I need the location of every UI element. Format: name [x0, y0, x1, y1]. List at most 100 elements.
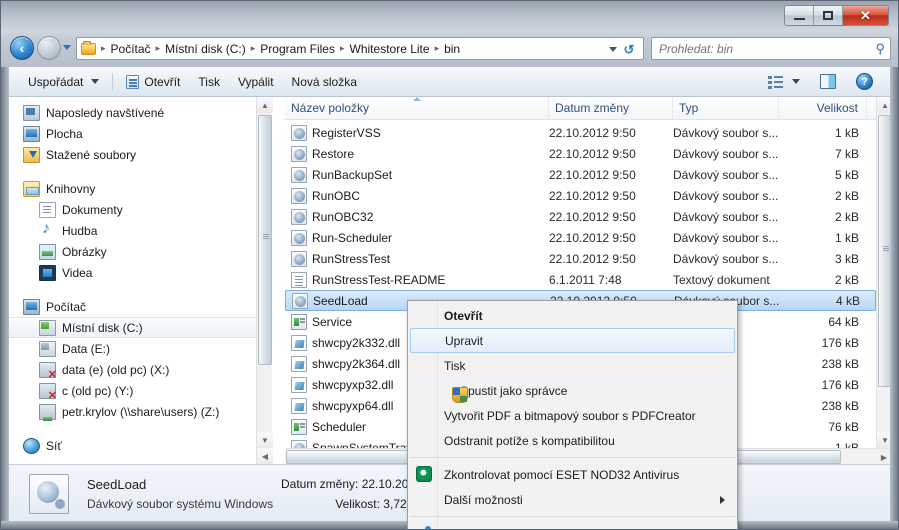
table-row[interactable]: Run-Scheduler 22.10.2012 9:50 Dávkový soub…: [285, 227, 876, 248]
new-folder-button[interactable]: Nová složka: [283, 72, 366, 92]
sidebar-item-petr-krylov-share-users-z[interactable]: petr.krylov (\\share\users) (Z:): [9, 401, 261, 422]
pictures-icon: [39, 243, 56, 260]
print-button[interactable]: Tisk: [189, 72, 229, 92]
file-name-label: Scheduler: [312, 419, 367, 434]
back-arrow-icon: ‹: [19, 39, 25, 56]
close-button[interactable]: ✕: [843, 6, 888, 25]
show-preview-pane-button[interactable]: [811, 71, 845, 92]
menu-item-odstranit-pot-e-s-kompatibilitou[interactable]: Odstranit potíže s kompatibilitou: [408, 428, 737, 453]
sidebar-item-label: c (old pc) (Y:): [62, 383, 134, 398]
refresh-button[interactable]: ↺: [619, 41, 639, 58]
table-row[interactable]: RunBackupSet 22.10.2012 9:50 Dávkový soubo…: [285, 164, 876, 185]
table-row[interactable]: Restore 22.10.2012 9:50 Dávkový soubor s..…: [285, 143, 876, 164]
scroll-up-arrow-icon[interactable]: ▲: [257, 97, 273, 113]
file-type-cell: Dávkový soubor s...: [673, 125, 779, 140]
recent-pages-dropdown-icon[interactable]: [63, 45, 71, 50]
window-border-right: [890, 67, 898, 529]
file-type-cell: Dávkový soubor s...: [673, 188, 779, 203]
breadcrumb-item-2[interactable]: Program Files: [258, 42, 337, 56]
breadcrumb-dropdown-icon[interactable]: [609, 47, 617, 52]
breadcrumb-separator-icon: ▸: [339, 43, 345, 53]
file-size-cell: 3 kB: [834, 251, 859, 266]
address-bar-row: ‹ › ▸ Počítač ▸ Místní disk (C:) ▸ Progr…: [1, 34, 898, 63]
sidebar-item-m-stn-disk-c[interactable]: Místní disk (C:): [9, 317, 261, 338]
sidebar-item-hudba[interactable]: Hudba: [9, 220, 261, 241]
column-header-date[interactable]: Datum změny: [549, 97, 673, 119]
network-icon: [23, 437, 40, 454]
sidebar-item-label: Knihovny: [46, 181, 96, 196]
minimize-button[interactable]: [785, 6, 814, 25]
sidebar-item-s[interactable]: Síť: [9, 435, 261, 456]
sidebar-item-data-e-old-pc-x[interactable]: data (e) (old pc) (X:): [9, 359, 261, 381]
search-input[interactable]: [657, 40, 876, 57]
menu-item-label: Odstranit potíže s kompatibilitou: [444, 433, 615, 448]
menu-item-vytvo-it-pdf-a-bitmapov-soubor-s-pdfcrea[interactable]: Vytvořit PDF a bitmapový soubor s PDFCre…: [408, 403, 737, 428]
back-button[interactable]: ‹: [10, 36, 34, 60]
recent-icon: [23, 104, 40, 121]
sidebar-item-obr-zky[interactable]: Obrázky: [9, 241, 261, 262]
scrollbar-thumb[interactable]: [258, 115, 272, 365]
breadcrumb-item-0[interactable]: Počítač: [109, 42, 153, 56]
batch-file-icon: [291, 187, 307, 204]
open-button[interactable]: Otevřít: [117, 72, 189, 92]
forward-button[interactable]: ›: [37, 36, 61, 60]
table-row[interactable]: RunStressTest 22.10.2012 9:50 Dávkový soub…: [285, 248, 876, 269]
file-date-cell: 22.10.2012 9:50: [549, 167, 636, 182]
table-row[interactable]: RunStressTest-README 6.1.2011 7:48 Textový…: [285, 269, 876, 290]
menu-item-tisk[interactable]: Tisk: [408, 353, 737, 378]
file-type-cell: Dávkový soubor s...: [673, 251, 779, 266]
sidebar-item-po-ta[interactable]: Počítač: [9, 296, 261, 317]
file-date-cell: 22.10.2012 9:50: [549, 188, 636, 203]
change-view-button[interactable]: [759, 72, 809, 92]
file-type-cell: Dávkový soubor s...: [673, 230, 779, 245]
table-row[interactable]: RunOBC32 22.10.2012 9:50 Dávkový soubor s.…: [285, 206, 876, 227]
sidebar-item-dokumenty[interactable]: Dokumenty: [9, 199, 261, 220]
navigation-pane-scrollbar[interactable]: ▲ ▼ ◀: [256, 97, 273, 464]
batch-file-icon: [291, 208, 307, 225]
sidebar-item-plocha[interactable]: Plocha: [9, 123, 261, 144]
file-name-label: Service: [312, 314, 353, 329]
table-row[interactable]: RegisterVSS 22.10.2012 9:50 Dávkový soubor…: [285, 122, 876, 143]
search-box[interactable]: ⚲: [651, 37, 891, 60]
organize-button[interactable]: Uspořádat: [19, 72, 108, 92]
scroll-down-arrow-icon[interactable]: ▼: [257, 432, 273, 448]
dll-file-icon: [291, 376, 307, 393]
downloads-icon: [23, 146, 40, 163]
table-row[interactable]: RunOBC 22.10.2012 9:50 Dávkový soubor s...…: [285, 185, 876, 206]
minimize-icon: [793, 17, 805, 20]
column-header-type[interactable]: Typ: [673, 97, 779, 119]
sidebar-item-sta-en-soubory[interactable]: Stažené soubory: [9, 144, 261, 165]
help-button[interactable]: ?: [847, 70, 882, 93]
menu-item-otev-t[interactable]: Otevřít: [408, 303, 737, 328]
menu-item-zkontrolovat-pomoc-eset-nod32-antivirus[interactable]: Zkontrolovat pomocí ESET NOD32 Antivirus: [408, 462, 737, 487]
maximize-button[interactable]: [814, 6, 843, 25]
file-name-label: RunStressTest: [312, 251, 391, 266]
search-icon: ⚲: [875, 40, 885, 56]
column-header-size[interactable]: Velikost: [779, 97, 867, 119]
sidebar-item-label: Místní disk (C:): [62, 320, 143, 335]
menu-item-ibm-connections[interactable]: IBM Connections: [408, 521, 737, 529]
sidebar-item-label: Naposledy navštívené: [46, 105, 165, 120]
sidebar-item-naposledy-nav-t-ven[interactable]: Naposledy navštívené: [9, 102, 261, 123]
menu-item-dal-mo-nosti[interactable]: Další možnosti: [408, 487, 737, 512]
sidebar-item-c-old-pc-y[interactable]: c (old pc) (Y:): [9, 380, 261, 402]
navigation-pane: Naposledy navštívené Plocha Stažené soubor…: [9, 97, 281, 464]
sidebar-item-videa[interactable]: Videa: [9, 262, 261, 283]
dll-file-icon: [291, 355, 307, 372]
breadcrumb-item-4[interactable]: bin: [442, 42, 462, 56]
file-type-cell: Textový dokument: [673, 272, 770, 287]
column-header-name[interactable]: Název položky: [285, 97, 549, 119]
breadcrumb-item-3[interactable]: Whitestore Lite: [348, 42, 432, 56]
menu-item-spustit-jako-spr-vce[interactable]: Spustit jako správce: [408, 378, 737, 403]
menu-item-label: Otevřít: [444, 308, 483, 323]
breadcrumb[interactable]: ▸ Počítač ▸ Místní disk (C:) ▸ Program F…: [76, 37, 644, 60]
toolbar-right-group: ?: [759, 70, 892, 93]
menu-item-upravit[interactable]: Upravit: [410, 328, 735, 353]
burn-button[interactable]: Vypálit: [229, 72, 283, 92]
scroll-left-arrow-icon[interactable]: ◀: [257, 448, 273, 464]
sidebar-item-knihovny[interactable]: Knihovny: [9, 178, 261, 199]
application-icon: [291, 418, 307, 435]
sidebar-item-data-e[interactable]: Data (E:): [9, 338, 261, 359]
sidebar-item-label: Počítač: [46, 299, 87, 314]
breadcrumb-item-1[interactable]: Místní disk (C:): [163, 42, 248, 56]
